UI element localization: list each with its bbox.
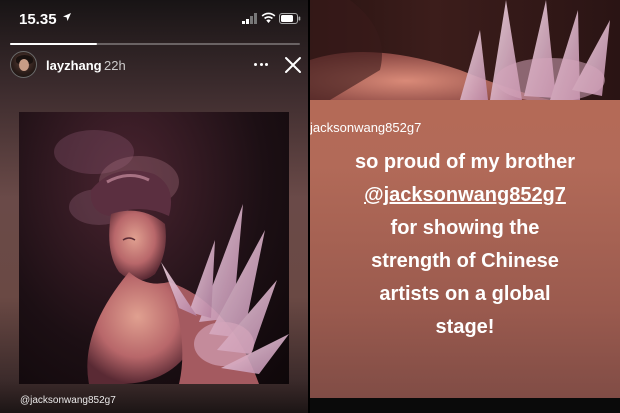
more-options-icon[interactable]: [252, 57, 270, 71]
cellular-signal-icon: [242, 13, 257, 24]
story-progress-fill: [10, 43, 97, 45]
caption-line: artists on a global: [379, 283, 551, 305]
caption-line: stage!: [435, 316, 495, 338]
story-photo: [19, 112, 289, 384]
close-icon[interactable]: [284, 56, 302, 74]
location-arrow-icon: [63, 13, 71, 21]
caption-line: for showing the: [390, 217, 540, 239]
story-viewer-left: 15.35 layzhang 22h @jacksonwang852g7: [0, 0, 308, 413]
story-viewer-right: jacksonwang852g7 so proud of my brother …: [310, 0, 620, 413]
caption-line: strength of Chinese: [371, 250, 559, 272]
battery-icon: [279, 13, 301, 24]
caption-line: so proud of my brother: [355, 151, 575, 173]
status-bar: 15.35: [0, 0, 308, 40]
avatar[interactable]: [10, 51, 37, 78]
status-time: 15.35: [19, 11, 57, 28]
mention-tag-right[interactable]: jacksonwang852g7: [310, 120, 421, 135]
caption-mention-link[interactable]: @jacksonwang852g7: [310, 179, 620, 212]
mention-tag[interactable]: @jacksonwang852g7: [20, 395, 116, 406]
story-timestamp: 22h: [104, 58, 126, 73]
wifi-icon: [261, 12, 276, 23]
story-photo-crop: [310, 0, 620, 100]
story-progress-bar: [10, 43, 300, 45]
story-username[interactable]: layzhang: [46, 58, 102, 73]
story-caption: so proud of my brother @jacksonwang852g7…: [310, 146, 620, 344]
bottom-bar: [310, 398, 620, 413]
